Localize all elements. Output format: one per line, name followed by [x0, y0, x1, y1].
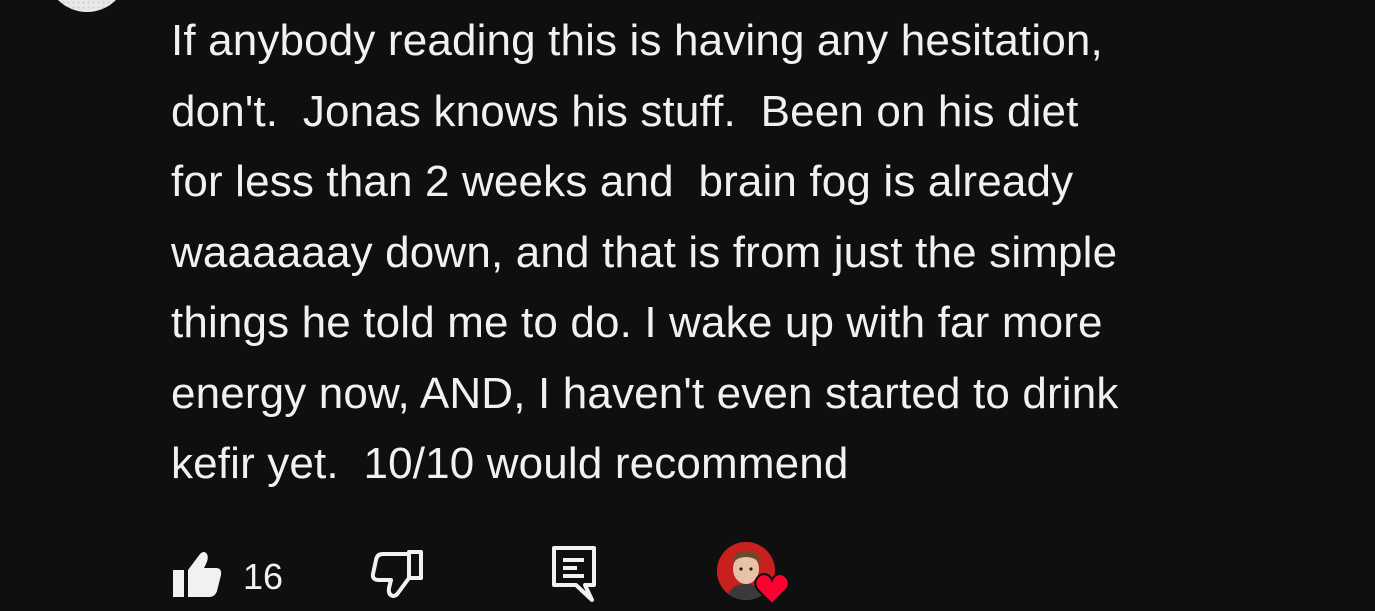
dislike-button[interactable] [369, 548, 425, 605]
like-button[interactable]: 16 [171, 550, 283, 603]
like-count: 16 [243, 555, 284, 597]
comment-text: If anybody reading this is having any he… [171, 6, 1321, 500]
reply-button[interactable] [551, 545, 597, 608]
reply-comment-icon [551, 545, 597, 608]
creator-heart-icon [754, 572, 790, 611]
commenter-avatar[interactable] [46, 0, 128, 12]
creator-heart [717, 542, 793, 608]
comment-line: for less than 2 weeks and brain fog is a… [171, 157, 1074, 206]
comment-line: waaaaaay down, and that is from just the… [171, 227, 1118, 277]
comment-line: energy now, AND, I haven't even started … [171, 368, 1119, 418]
comment-action-bar: 16 [171, 542, 811, 606]
comment-line: things he told me to do. I wake up with … [171, 298, 1103, 347]
comment-line: kefir yet. 10/10 would recommend [171, 439, 849, 488]
thumbs-up-icon [171, 550, 223, 603]
comment-line: If anybody reading this is having any he… [171, 16, 1103, 65]
comment-line: don't. Jonas knows his stuff. Been on hi… [171, 86, 1079, 136]
thumbs-down-icon [369, 548, 425, 605]
